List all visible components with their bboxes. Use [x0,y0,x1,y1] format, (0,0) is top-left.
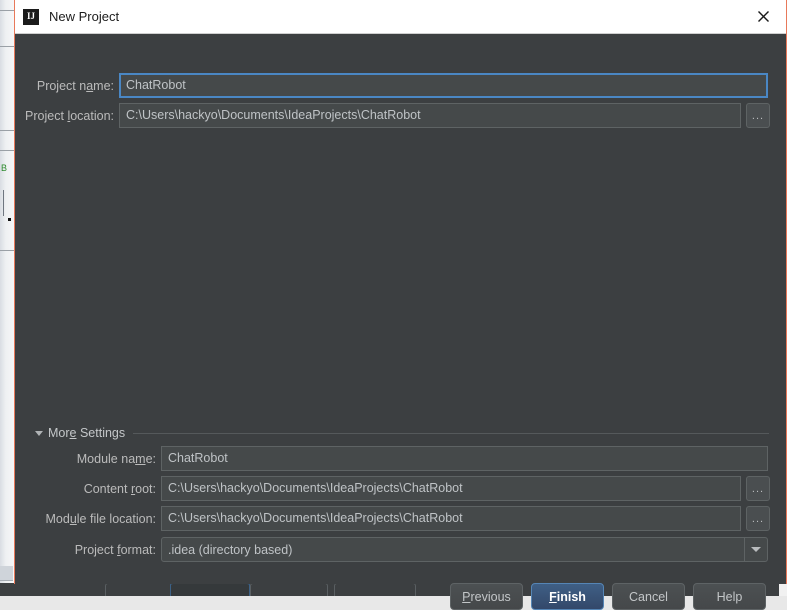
triangle-down-icon [35,431,43,436]
label-text-post: Settings [76,426,125,440]
more-settings-separator [133,433,769,434]
more-settings-toggle[interactable]: More Settings [35,426,769,440]
dialog-title: New Project [49,9,119,24]
background-divider [0,150,14,151]
background-tab [0,566,13,581]
project-location-input[interactable]: C:\Users\hackyo\Documents\IdeaProjects\C… [119,103,741,128]
finish-button[interactable]: Finish [531,583,604,610]
background-text-caret [3,190,4,216]
content-root-row: Content root: C:\Users\hackyo\Documents\… [15,476,782,501]
project-format-row: Project format: .idea (directory based) [15,537,768,562]
project-name-input[interactable]: ChatRobot [119,73,768,98]
label-text-post: oot: [135,482,156,496]
background-divider [0,250,14,251]
project-name-label: Project name: [15,79,114,93]
label-text-post: le file location: [77,512,156,526]
background-marker-dot [8,218,11,221]
label-text-pre: Content [84,482,131,496]
label-text-post: ocation: [70,109,114,123]
project-format-value: .idea (directory based) [162,543,744,557]
background-divider [0,130,14,131]
background-right-strip [779,583,787,596]
module-file-location-browse-button[interactable]: ... [746,506,770,531]
intellij-idea-icon: IJ [23,9,39,25]
project-location-row: Project location: C:\Users\hackyo\Docume… [15,103,782,128]
background-divider [0,46,14,47]
cancel-button[interactable]: Cancel [612,583,685,610]
help-button[interactable]: Help [693,583,766,610]
label-text-pre: Project n [37,79,86,93]
project-format-select[interactable]: .idea (directory based) [161,537,768,562]
background-code-glyph: B [1,163,7,173]
previous-button[interactable]: Previous [450,583,523,610]
new-project-dialog: IJ New Project Project name: ChatRobot P… [14,0,787,584]
label-text-pre: Mor [48,426,70,440]
content-root-input[interactable]: C:\Users\hackyo\Documents\IdeaProjects\C… [161,476,741,501]
project-format-label: Project format: [15,543,156,557]
module-file-location-label: Module file location: [15,512,156,526]
label-text-post: me: [93,79,114,93]
background-window-left: B [0,0,14,596]
project-location-label: Project location: [15,109,114,123]
label-mnemonic: m [135,452,145,466]
background-tool-button[interactable] [334,583,416,596]
label-mnemonic: u [70,512,77,526]
label-text-post: e: [146,452,156,466]
button-text-post: inish [557,590,586,604]
module-file-location-row: Module file location: C:\Users\hackyo\Do… [15,506,782,531]
close-icon[interactable] [741,0,786,32]
button-text-post: revious [471,590,511,604]
dialog-content: Project name: ChatRobot Project location… [15,34,786,584]
module-name-input[interactable]: ChatRobot [161,446,768,471]
label-text-pre: Project [75,543,117,557]
label-text-pre: Project [25,109,67,123]
more-settings-label: More Settings [48,426,125,440]
content-root-browse-button[interactable]: ... [746,476,770,501]
button-text-pre: Cancel [629,590,668,604]
content-root-label: Content root: [15,482,156,496]
label-text-pre: Module na [77,452,135,466]
label-text-pre: Mod [46,512,70,526]
label-text-post: ormat: [121,543,156,557]
chevron-down-glyph [751,547,761,552]
module-name-row: Module name: ChatRobot [15,446,768,471]
project-name-row: Project name: ChatRobot [15,73,768,98]
background-tool-button-active[interactable] [170,582,250,596]
background-divider [0,10,14,11]
dialog-titlebar: IJ New Project [15,0,786,34]
button-mnemonic: P [462,590,470,604]
button-mnemonic: F [549,590,557,604]
module-name-label: Module name: [15,452,156,466]
project-location-browse-button[interactable]: ... [746,103,770,128]
background-tool-button[interactable] [250,583,328,596]
module-file-location-input[interactable]: C:\Users\hackyo\Documents\IdeaProjects\C… [161,506,741,531]
chevron-down-icon[interactable] [744,538,767,561]
button-text-pre: Help [717,590,743,604]
